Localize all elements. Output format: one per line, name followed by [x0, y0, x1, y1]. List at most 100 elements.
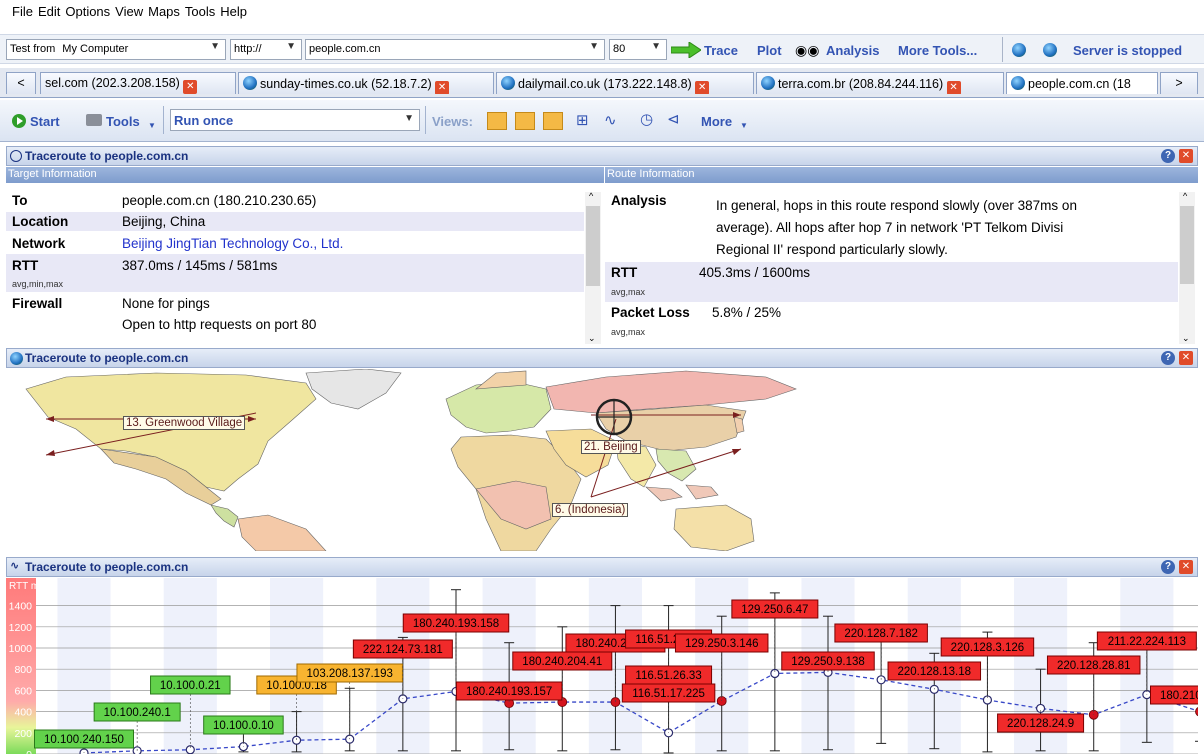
y-tick-label: 800 — [14, 664, 32, 676]
menu-options[interactable]: Options — [65, 4, 110, 19]
host-input[interactable]: people.com.cn ▼ — [305, 39, 605, 60]
hop-label-text: 116.51.26.33 — [635, 670, 701, 682]
rtt-value: 387.0ms / 145ms / 581ms — [122, 258, 278, 273]
more-tools-button[interactable]: More Tools... — [898, 43, 977, 58]
target-info-header: Target Information — [6, 167, 604, 183]
tab-label: terra.com.br (208.84.244.116) — [778, 77, 944, 91]
hop-label-text: 220.128.7.182 — [844, 628, 918, 640]
world-map-svg — [6, 369, 1198, 551]
close-icon[interactable]: ✕ — [1179, 149, 1193, 163]
scrollbar-thumb[interactable] — [586, 206, 600, 286]
menu-bar: File Edit Options View Maps Tools Help — [0, 0, 1204, 22]
server-status[interactable]: Server is stopped — [1073, 43, 1182, 58]
line-chart-icon: ∿ — [10, 560, 20, 572]
hop-label-text: 180.210.230.65 — [1160, 690, 1198, 702]
close-icon[interactable]: ✕ — [435, 81, 450, 94]
analysis-line-2: average). All hops after hop 7 in networ… — [716, 220, 1064, 235]
info-panel-header: Traceroute to people.com.cn ? ✕ — [6, 146, 1198, 166]
chart-view-icon[interactable] — [543, 112, 563, 130]
clock-icon[interactable]: ◷ — [640, 110, 653, 128]
row-shade — [605, 262, 1178, 302]
run-mode-value: Run once — [174, 113, 234, 128]
map-view-icon[interactable] — [515, 112, 535, 130]
y-tick-label: 200 — [14, 728, 32, 740]
start-button[interactable]: Start — [30, 114, 60, 129]
y-tick-label: 1400 — [9, 601, 33, 613]
tab-sel-com[interactable]: sel.com (202.3.208.158) ✕ — [40, 72, 236, 94]
tab-people-com-cn[interactable]: people.com.cn (18 — [1006, 72, 1158, 94]
table-view-icon[interactable]: ⊞ — [576, 111, 589, 129]
map-label-indonesia[interactable]: 6. (Indonesia) — [552, 503, 629, 517]
chart-panel-title: Traceroute to people.com.cn — [25, 560, 189, 574]
row-shade — [6, 212, 584, 231]
globe-icon[interactable] — [1012, 43, 1026, 57]
route-info-scrollbar[interactable]: ^ ⌄ — [1179, 191, 1195, 344]
y-tick-label: 600 — [14, 685, 32, 697]
separator — [163, 106, 164, 134]
info-view-icon[interactable] — [487, 112, 507, 130]
map-label-beijing[interactable]: 21. Beijing — [581, 440, 641, 454]
help-icon[interactable]: ? — [1161, 149, 1175, 163]
scrollbar-thumb[interactable] — [1180, 206, 1194, 284]
menu-help[interactable]: Help — [220, 4, 247, 19]
menu-view[interactable]: View — [115, 4, 143, 19]
chevron-down-icon: ⌄ — [588, 333, 596, 343]
hop-label-text: 129.250.6.47 — [741, 604, 808, 616]
help-icon[interactable]: ? — [1161, 560, 1175, 574]
help-icon[interactable]: ? — [1161, 351, 1175, 365]
chevron-down-icon: ▼ — [210, 41, 220, 52]
route-icon[interactable]: ⊲ — [667, 110, 680, 128]
route-rtt-sublabel: avg,max — [611, 287, 646, 297]
test-from-value: My Computer — [62, 43, 129, 55]
analysis-label: Analysis — [611, 193, 667, 208]
test-from-select[interactable]: Test from My Computer ▼ — [6, 39, 226, 60]
firewall-label: Firewall — [12, 296, 63, 311]
protocol-select[interactable]: http:// ▼ — [230, 39, 302, 60]
y-tick-label: 0 — [26, 749, 32, 754]
analysis-line-1: In general, hops in this route respond s… — [716, 198, 1077, 213]
map-label-greenwood[interactable]: 13. Greenwood Village — [123, 416, 246, 430]
tab-scroll-prev[interactable]: < — [6, 72, 36, 94]
hop-label-text: 10.100.240.150 — [44, 734, 124, 746]
network-link[interactable]: Beijing JingTian Technology Co., Ltd. — [122, 236, 343, 251]
tab-scroll-next[interactable]: > — [1160, 72, 1198, 94]
hop-label-text: 211.22.224.113 — [1108, 636, 1186, 648]
hop-label-text: 220.128.24.9 — [1007, 718, 1074, 730]
tab-sunday-times[interactable]: sunday-times.co.uk (52.18.7.2) ✕ — [238, 72, 494, 94]
menu-edit[interactable]: Edit — [38, 4, 60, 19]
chart-panel-header: ∿ Traceroute to people.com.cn ? ✕ — [6, 557, 1198, 577]
port-select[interactable]: 80 ▼ — [609, 39, 667, 60]
route-info-header: Route Information — [605, 167, 1198, 183]
rtt-chart[interactable]: RTT ms 0 200 400 600 800 1000 1200 1400 10.100.24… — [6, 578, 1198, 754]
hop-label-text: 222.124.73.181 — [363, 644, 443, 656]
menu-file[interactable]: File — [12, 4, 33, 19]
plot-button[interactable]: Plot — [757, 43, 782, 58]
tab-terra[interactable]: terra.com.br (208.84.244.116) ✕ — [756, 72, 1004, 94]
tools-menu-button[interactable]: Tools — [106, 114, 140, 129]
close-icon[interactable]: ✕ — [1179, 560, 1193, 574]
run-mode-select[interactable]: Run once ▼ — [170, 109, 420, 131]
menu-maps[interactable]: Maps — [148, 4, 180, 19]
address-bar: Test from My Computer ▼ http:// ▼ people… — [0, 34, 1204, 64]
to-value: people.com.cn (180.210.230.65) — [122, 193, 317, 208]
close-icon[interactable]: ✕ — [695, 81, 710, 94]
analysis-button[interactable]: Analysis — [826, 43, 879, 58]
hop-label-text: 220.128.28.81 — [1057, 660, 1131, 672]
chevron-down-icon: ⌄ — [1182, 333, 1190, 343]
trace-button[interactable]: Trace — [704, 43, 738, 58]
hop-label-text: 220.128.3.126 — [951, 642, 1025, 654]
hop-label-text: 180.240.204.41 — [522, 656, 602, 668]
target-info-scrollbar[interactable]: ^ ⌄ — [585, 191, 601, 344]
menu-tools[interactable]: Tools — [185, 4, 215, 19]
close-icon[interactable]: ✕ — [1179, 351, 1193, 365]
more-views-button[interactable]: More — [701, 114, 732, 129]
globe-icon — [10, 352, 23, 365]
close-icon[interactable]: ✕ — [183, 80, 198, 94]
tab-dailymail[interactable]: dailymail.co.uk (173.222.148.8) ✕ — [496, 72, 754, 94]
firewall-http: Open to http requests on port 80 — [122, 317, 317, 332]
tab-bar: < sel.com (202.3.208.158) ✕ sunday-times… — [0, 68, 1204, 98]
wave-view-icon[interactable]: ∿ — [604, 111, 617, 129]
world-map[interactable]: 13. Greenwood Village 21. Beijing 6. (In… — [6, 369, 1198, 551]
close-icon[interactable]: ✕ — [946, 81, 961, 94]
y-axis-label: RTT ms — [9, 581, 44, 592]
